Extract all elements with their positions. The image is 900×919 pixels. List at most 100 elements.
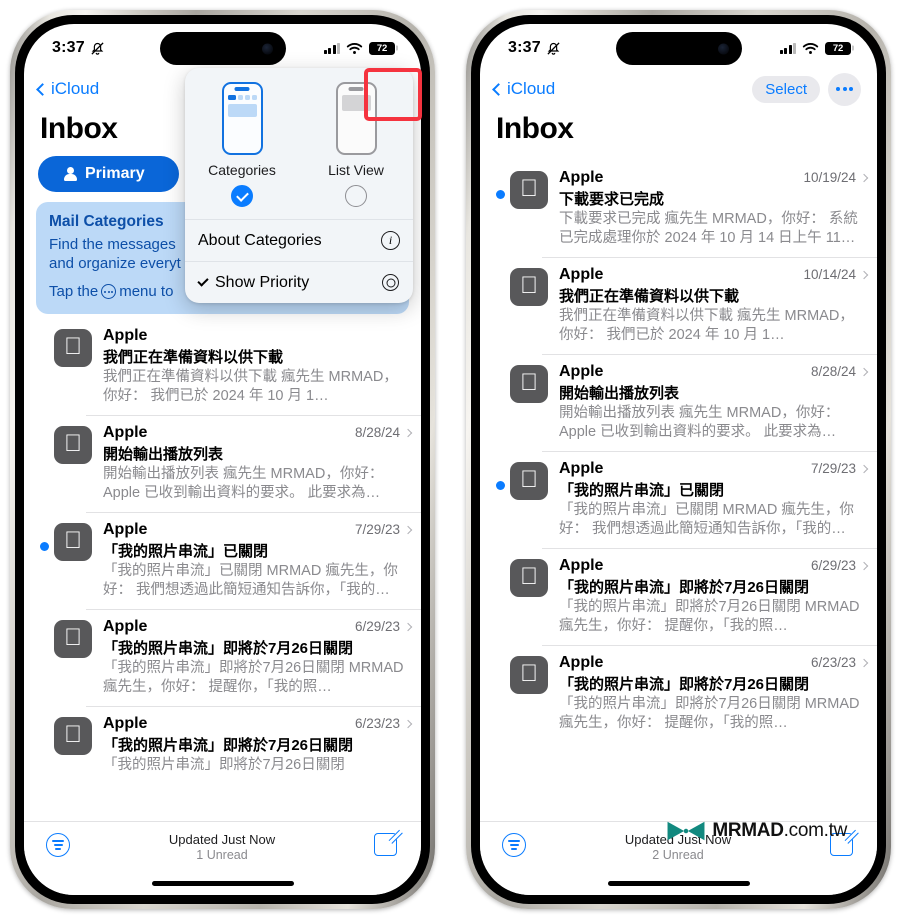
chevron-right-icon <box>403 525 413 534</box>
mail-subject: 開始輸出播放列表 <box>559 385 680 402</box>
categories-radio[interactable] <box>231 185 253 207</box>
mail-list-item[interactable]:  Apple 7/29/23 「我的照片串流」已關閉「我的照片串流」已關閉 MRMA… <box>24 512 421 609</box>
avatar:  <box>510 559 548 597</box>
mail-item-body: Apple 7/29/23 「我的照片串流」已關閉 「我的照片串流」已關閉 MRMAD… <box>103 521 413 600</box>
battery-indicator: 72 <box>369 41 395 55</box>
apple-logo-icon:  <box>64 528 82 553</box>
mail-subject: 我們正在準備資料以供下載 <box>559 288 740 305</box>
mail-subject: 「我的照片串流」即將於7月26日關閉 <box>103 737 354 754</box>
mail-subject: 「我的照片串流」即將於7月26日關閉 <box>559 579 810 596</box>
mail-list-item[interactable]:  Apple 我們正在準備資料以供下載我們正在準備資料以供下載 瘋先生 MRMAD… <box>24 318 421 415</box>
mail-item-body: Apple 我們正在準備資料以供下載 我們正在準備資料以供下載 瘋先生 MRMAD，… <box>103 327 411 406</box>
status-right-group: 72 <box>323 41 395 55</box>
list-view-preview-icon <box>335 82 377 155</box>
apple-logo-icon:  <box>520 564 538 589</box>
mail-sender: Apple <box>559 363 604 380</box>
apple-logo-icon:  <box>64 431 82 456</box>
page-title: Inbox <box>496 112 574 145</box>
mail-list-item[interactable]:  Apple 10/19/24 下載要求已完成下載要求已完成 瘋先生 MRMAD，你… <box>480 160 877 257</box>
list-view-label: List View <box>328 162 384 178</box>
wifi-icon <box>802 42 819 54</box>
menu-item-show-priority[interactable]: Show Priority <box>185 261 413 303</box>
screenshot-stage: 3:37 72 iCloud Inbox Primary Mail Catego… <box>0 0 900 919</box>
mail-sender: Apple <box>103 424 148 441</box>
nav-right-group: Select <box>752 72 861 106</box>
mail-sender: Apple <box>103 521 148 538</box>
cellular-bars-icon <box>779 42 796 54</box>
mail-subject: 下載要求已完成 <box>559 191 665 208</box>
tab-primary[interactable]: Primary <box>38 156 179 192</box>
mail-item-body: Apple 6/23/23 「我的照片串流」即將於7月26日關閉 「我的照片串流」即將… <box>103 715 413 775</box>
mail-date: 6/29/23 <box>354 619 400 634</box>
mail-sender: Apple <box>559 169 604 186</box>
avatar:  <box>54 329 92 367</box>
mail-list-item[interactable]:  Apple 8/28/24 開始輸出播放列表開始輸出播放列表 瘋先生 MRMAD，… <box>480 354 877 451</box>
mail-sender: Apple <box>559 460 604 477</box>
gear-icon <box>381 273 400 292</box>
mail-subject: 「我的照片串流」已關閉 <box>559 482 725 499</box>
mail-list-item[interactable]:  Apple 7/29/23 「我的照片串流」已關閉「我的照片串流」已關閉 MRMA… <box>480 451 877 548</box>
status-time: 3:37 <box>52 39 85 56</box>
mail-sender: Apple <box>559 557 604 574</box>
view-option-list[interactable]: List View <box>299 82 413 207</box>
mail-list-item[interactable]:  Apple 6/29/23「我的照片串流」即將於7月26日關閉「我的照片串流」即… <box>480 548 877 645</box>
chevron-right-icon <box>403 622 413 631</box>
select-button[interactable]: Select <box>752 75 820 103</box>
back-button[interactable]: iCloud <box>36 79 99 99</box>
mail-list-item[interactable]:  Apple 8/28/24 開始輸出播放列表開始輸出播放列表 瘋先生 MRMAD，… <box>24 415 421 512</box>
mail-meta: 8/28/24 <box>354 425 413 440</box>
mail-item-body: Apple 8/28/24 開始輸出播放列表 開始輸出播放列表 瘋先生 MRMAD，你… <box>559 363 869 442</box>
watermark-brand: MRMAD <box>712 820 784 841</box>
mail-item-body: Apple 10/19/24 下載要求已完成下載要求已完成 瘋先生 MRMAD，你好… <box>559 169 869 248</box>
wifi-icon <box>346 42 363 54</box>
mail-list-item[interactable]: Apple6/23/23「我的照片串流」即將於7月26日關閉「我的照片串流」即… <box>24 706 421 784</box>
bell-slash-icon <box>547 41 560 55</box>
avatar:  <box>510 656 548 694</box>
mail-sender: Apple <box>103 618 148 635</box>
chevron-right-icon <box>403 719 413 728</box>
filter-icon[interactable] <box>46 833 70 857</box>
mail-item-header: Apple 10/19/24 <box>559 169 869 187</box>
mail-item-header: Apple 6/29/23 <box>559 557 869 575</box>
mail-list-item[interactable]:  Apple 6/29/23「我的照片串流」即將於7月26日關閉「我的照片串流」即… <box>24 609 421 706</box>
mail-date: 8/28/24 <box>354 425 400 440</box>
mail-sender: Apple <box>559 266 604 283</box>
apple-logo-icon:  <box>520 370 538 395</box>
menu-item-about-categories[interactable]: About Categories i <box>185 219 413 261</box>
bottom-toolbar-left: Updated Just Now 1 Unread <box>24 821 421 895</box>
mail-preview: 開始輸出播放列表 瘋先生 MRMAD，你好： Apple 已收到輸出資料的要求。… <box>559 405 840 440</box>
avatar:  <box>510 171 548 209</box>
battery-percent: 72 <box>376 42 388 54</box>
mail-meta: 7/29/23 <box>355 522 413 537</box>
apple-logo-icon:  <box>520 467 538 492</box>
battery-indicator: 72 <box>825 41 851 55</box>
chevron-right-icon <box>859 367 869 376</box>
watermark-text: MRMAD.com.tw <box>712 820 847 842</box>
mail-date: 7/29/23 <box>810 461 856 476</box>
cellular-bars-icon <box>323 42 340 54</box>
compose-icon[interactable] <box>373 833 397 856</box>
iphone-left: 3:37 72 iCloud Inbox Primary Mail Catego… <box>10 10 435 909</box>
mail-item-body: Apple 10/14/24 我們正在準備資料以供下載 我們正在準備資料以供下載 瘋先… <box>559 266 869 345</box>
mail-item-header: Apple 7/29/23 <box>559 460 869 478</box>
home-indicator <box>151 881 294 886</box>
mail-date: 6/23/23 <box>354 716 400 731</box>
mail-subject: 「我的照片串流」即將於7月26日關閉 <box>559 676 810 693</box>
view-option-categories[interactable]: Categories <box>185 82 299 207</box>
mail-list-item[interactable]: Apple6/23/23「我的照片串流」即將於7月26日關閉「我的照片串流」即… <box>480 645 877 742</box>
iphone-right: 3:37 72 iCloud Select Inbox Apple 10/19/… <box>466 10 891 909</box>
filter-icon[interactable] <box>502 833 526 857</box>
mail-item-header: Apple 8/28/24 <box>103 424 413 442</box>
mail-meta: 6/29/23 <box>811 558 869 573</box>
chevron-right-icon <box>859 464 869 473</box>
mail-meta: 6/23/23 <box>811 655 869 670</box>
categories-label: Categories <box>208 162 276 178</box>
mail-item-body: Apple 7/29/23 「我的照片串流」已關閉 「我的照片串流」已關閉 MRMAD… <box>559 460 869 539</box>
more-menu-button[interactable] <box>828 72 861 106</box>
mail-preview: 下載要求已完成 瘋先生 MRMAD，你好： 系統已完成處理你於 2024 年 1… <box>559 211 858 246</box>
back-button[interactable]: iCloud <box>492 79 555 99</box>
list-view-radio[interactable] <box>345 185 367 207</box>
mail-list-item[interactable]:  Apple 10/14/24 我們正在準備資料以供下載我們正在準備資料以供下載 瘋… <box>480 257 877 354</box>
person-icon <box>64 167 77 181</box>
avatar:  <box>510 462 548 500</box>
